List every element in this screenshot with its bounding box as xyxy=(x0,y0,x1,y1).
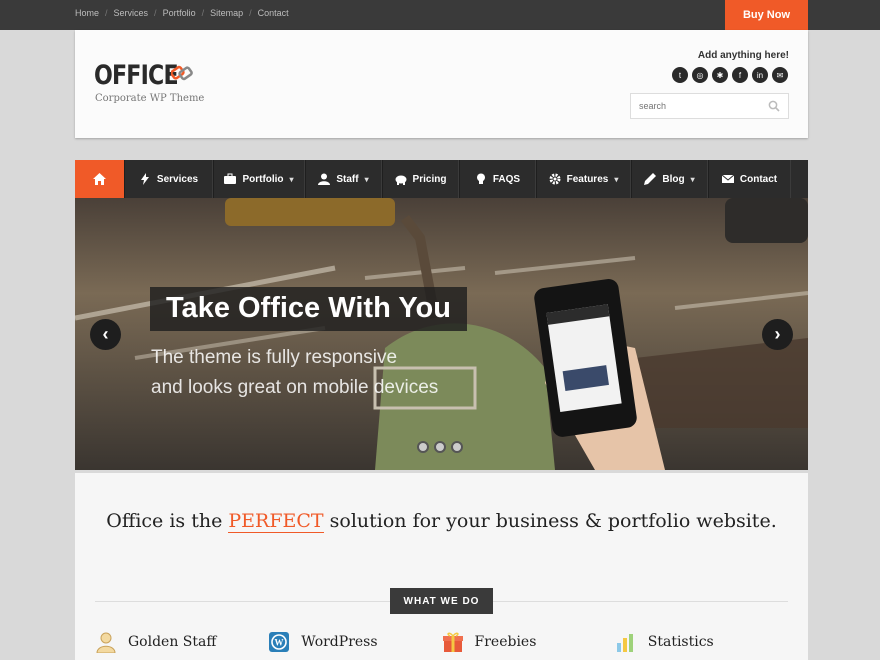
slider-pagination xyxy=(417,441,463,453)
nav-item-staff[interactable]: Staff ▾ xyxy=(305,160,382,198)
chevron-down-icon: ▾ xyxy=(690,174,695,184)
lightbulb-icon xyxy=(476,173,485,184)
nav-label: Services xyxy=(156,173,199,185)
nav-item-contact[interactable]: Contact xyxy=(708,160,791,198)
site-header: OFFICE Corporate WP Theme Add anything h… xyxy=(75,30,808,138)
feature-label: Freebies xyxy=(474,634,537,650)
lead-text-end: solution for your business & portfolio w… xyxy=(323,510,777,532)
slide-subtitle-line: and looks great on mobile devices xyxy=(151,377,439,398)
top-nav-sitemap[interactable]: Sitemap xyxy=(210,8,243,18)
search-input[interactable] xyxy=(631,94,761,118)
nav-item-services[interactable]: Services xyxy=(124,160,213,198)
nav-home[interactable] xyxy=(75,160,124,198)
main-content: Office is the PERFECT solution for your … xyxy=(75,473,808,660)
separator: / xyxy=(249,8,252,18)
feature-label: WordPress xyxy=(301,634,378,650)
header-note: Add anything here! xyxy=(697,50,789,61)
top-nav-home[interactable]: Home xyxy=(75,8,99,18)
briefcase-icon xyxy=(224,173,237,184)
logo-link-icon xyxy=(171,65,193,81)
social-icons: t ◎ ✱ f in ✉ xyxy=(672,67,788,83)
feature-label: Statistics xyxy=(647,634,714,650)
chevron-right-icon: › xyxy=(774,324,781,344)
slide-image xyxy=(75,198,808,470)
dribbble-icon[interactable]: ◎ xyxy=(692,67,708,83)
chevron-down-icon: ▾ xyxy=(614,174,619,184)
home-icon xyxy=(93,173,106,185)
separator: / xyxy=(201,8,205,18)
nav-label: Pricing xyxy=(412,173,447,185)
nav-label: Blog xyxy=(662,173,685,185)
slider-prev-button[interactable]: ‹ xyxy=(90,319,121,350)
feature-label: Golden Staff xyxy=(128,634,217,650)
search-icon[interactable] xyxy=(768,100,780,112)
hero-slider: Take Office With You The theme is fully … xyxy=(75,198,808,470)
nav-item-features[interactable]: Features ▾ xyxy=(536,160,631,198)
section-label: WHAT WE DO xyxy=(390,588,493,614)
wordpress-icon: W xyxy=(269,632,290,652)
nav-label: Contact xyxy=(739,173,778,185)
top-nav: Home / Services / Portfolio / Sitemap / Cont… xyxy=(75,8,289,18)
lead-text-start: Office is the xyxy=(106,510,229,532)
person-icon xyxy=(318,173,331,185)
slider-next-button[interactable]: › xyxy=(762,319,793,350)
nav-label: Features xyxy=(566,173,609,185)
feature-item[interactable]: Freebies xyxy=(442,631,615,653)
feature-item[interactable]: Statistics xyxy=(615,631,788,653)
piggybank-icon xyxy=(395,175,407,185)
svg-text:W: W xyxy=(275,638,284,648)
separator: / xyxy=(105,8,108,18)
buy-now-button[interactable]: Buy Now xyxy=(725,0,808,30)
linkedin-icon[interactable]: in xyxy=(752,67,768,83)
slide-subtitle-line: The theme is fully responsive xyxy=(151,347,398,368)
top-nav-portfolio[interactable]: Portfolio xyxy=(163,8,196,18)
separator: / xyxy=(154,8,157,18)
top-nav-services[interactable]: Services xyxy=(114,8,149,18)
facebook-icon[interactable]: f xyxy=(732,67,748,83)
slide-subtitle: The theme is fully responsive and looks … xyxy=(151,343,481,403)
nav-item-pricing[interactable]: Pricing xyxy=(382,160,459,198)
main-nav: Services Portfolio ▾ Staff ▾ Pricing FAQ… xyxy=(75,160,808,198)
email-icon[interactable]: ✉ xyxy=(772,67,788,83)
nav-item-blog[interactable]: Blog ▾ xyxy=(631,160,708,198)
logo-text: OFFICE xyxy=(94,60,179,91)
search-box xyxy=(630,93,789,119)
feature-item[interactable]: Golden Staff xyxy=(95,631,268,653)
twitter-icon[interactable]: t xyxy=(672,67,688,83)
pencil-icon xyxy=(644,173,657,185)
nav-item-faqs[interactable]: FAQS xyxy=(459,160,536,198)
nav-item-portfolio[interactable]: Portfolio ▾ xyxy=(213,160,305,198)
tagline: Corporate WP Theme xyxy=(95,93,205,104)
slider-dot[interactable] xyxy=(451,441,463,453)
chart-icon xyxy=(616,634,633,652)
nav-label: FAQS xyxy=(492,173,521,185)
chevron-down-icon: ▾ xyxy=(364,174,369,184)
chevron-down-icon: ▾ xyxy=(289,174,294,184)
chevron-left-icon: ‹ xyxy=(102,324,109,344)
lead-highlight: PERFECT xyxy=(228,510,324,533)
lead-text: Office is the PERFECT solution for your … xyxy=(75,510,808,533)
feature-item[interactable]: W WordPress xyxy=(268,631,441,653)
logo[interactable]: OFFICE xyxy=(94,60,196,91)
gift-icon xyxy=(442,632,463,652)
nav-label: Portfolio xyxy=(242,173,284,185)
slider-dot[interactable] xyxy=(417,441,429,453)
slide-title: Take Office With You xyxy=(150,287,467,331)
gear-icon xyxy=(549,173,561,185)
top-nav-contact[interactable]: Contact xyxy=(258,8,289,18)
nav-label: Staff xyxy=(336,173,359,185)
features-row: Golden Staff W WordPress Freebies Statis… xyxy=(95,631,788,653)
yelp-icon[interactable]: ✱ xyxy=(712,67,728,83)
envelope-icon xyxy=(721,174,734,183)
slider-dot[interactable] xyxy=(434,441,446,453)
top-bar: Home / Services / Portfolio / Sitemap / Cont… xyxy=(0,0,880,30)
person-icon xyxy=(96,632,116,653)
lightning-icon xyxy=(140,173,149,185)
